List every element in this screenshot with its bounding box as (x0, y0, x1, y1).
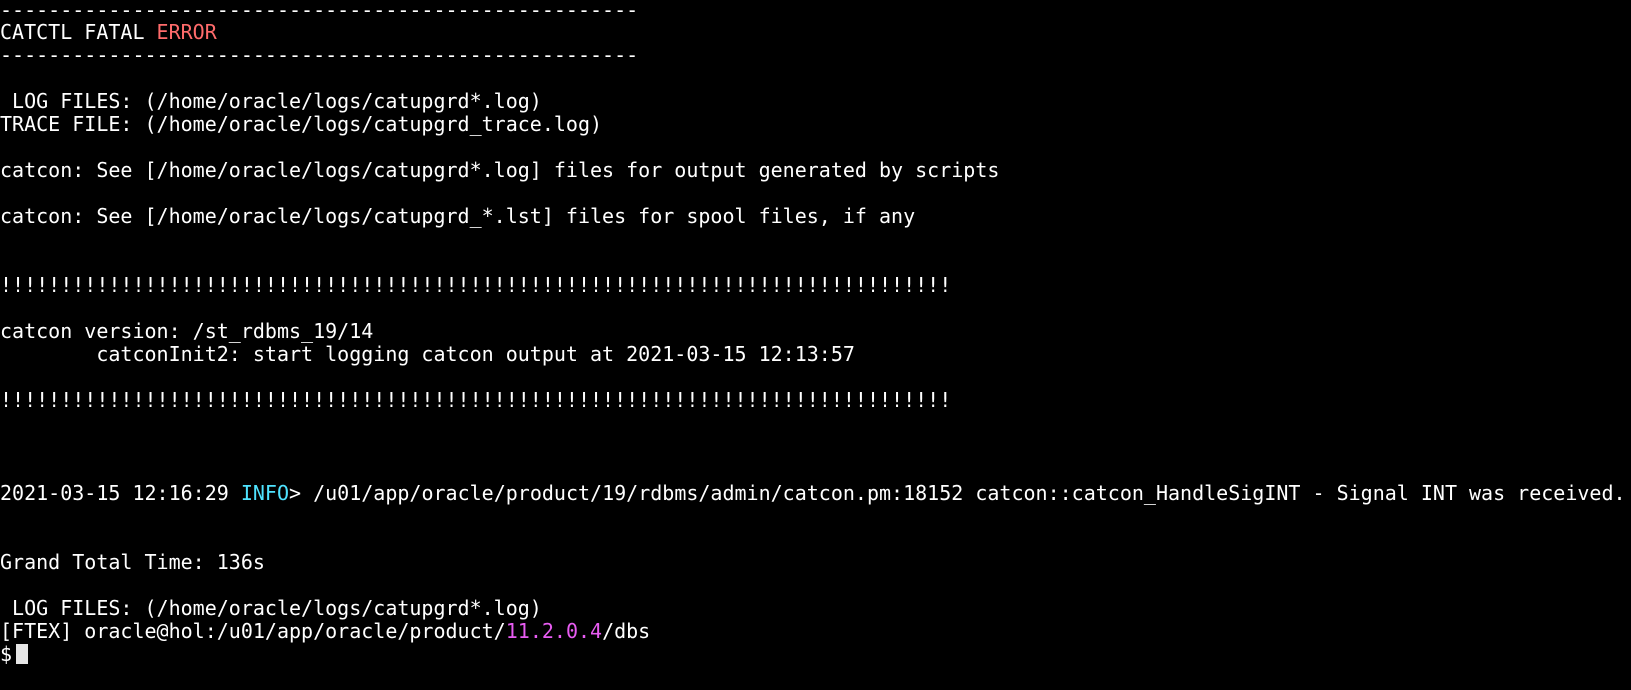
prompt-symbol: $ (0, 642, 13, 666)
cursor-block[interactable] (16, 644, 29, 664)
grand-total-line: Grand Total Time: 136s (0, 550, 265, 574)
bang-separator-bottom: !!!!!!!!!!!!!!!!!!!!!!!!!!!!!!!!!!!!!!!!… (0, 388, 952, 412)
error-word: ERROR (156, 20, 217, 44)
prompt-path-line: [FTEX] oracle@hol:/u01/app/oracle/produc… (0, 619, 650, 643)
log-files-line-2: LOG FILES: (/home/oracle/logs/catupgrd*.… (0, 596, 542, 620)
bang-separator-top: !!!!!!!!!!!!!!!!!!!!!!!!!!!!!!!!!!!!!!!!… (0, 273, 952, 297)
separator-line-top: ----------------------------------------… (0, 0, 639, 22)
info-message: > /u01/app/oracle/product/19/rdbms/admin… (289, 481, 1626, 505)
info-log-line: 2021-03-15 12:16:29 INFO> /u01/app/oracl… (0, 481, 1626, 505)
command-prompt-line[interactable]: $ (0, 642, 29, 666)
info-timestamp: 2021-03-15 12:16:29 (0, 481, 241, 505)
prompt-version: 11.2.0.4 (505, 619, 603, 643)
prompt-prefix: [FTEX] oracle@hol:/u01/app/oracle/produc… (0, 619, 506, 643)
info-level: INFO (240, 481, 289, 505)
catcon-log-hint-line: catcon: See [/home/oracle/logs/catupgrd*… (0, 158, 1000, 182)
fatal-prefix: CATCTL FATAL (0, 20, 157, 44)
prompt-suffix: /dbs (602, 619, 651, 643)
catcon-init-line: catconInit2: start logging catcon output… (0, 342, 855, 366)
terminal-window[interactable]: ----------------------------------------… (0, 0, 1631, 690)
log-files-line: LOG FILES: (/home/oracle/logs/catupgrd*.… (0, 89, 542, 113)
fatal-error-line: CATCTL FATAL ERROR (0, 20, 217, 44)
separator-line-bottom: ----------------------------------------… (0, 43, 639, 67)
catcon-version-line: catcon version: /st_rdbms_19/14 (0, 319, 374, 343)
catcon-spool-hint-line: catcon: See [/home/oracle/logs/catupgrd_… (0, 204, 916, 228)
trace-file-line: TRACE FILE: (/home/oracle/logs/catupgrd_… (0, 112, 603, 136)
